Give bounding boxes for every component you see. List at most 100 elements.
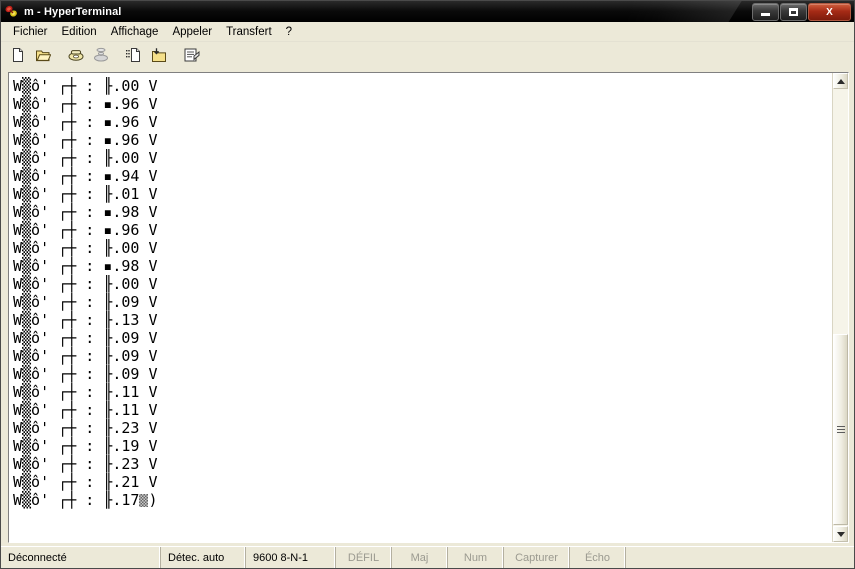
terminal-value: .23 <box>112 455 140 473</box>
terminal-unit: V <box>139 113 158 131</box>
indicator-echo: Écho <box>570 547 626 568</box>
terminal-line-prefix: W▒ô' ┌┼ : ╟ <box>13 329 113 347</box>
terminal-line-prefix: W▒ô' ┌┼ : ╟ <box>13 419 113 437</box>
indicator-maj: Maj <box>392 547 448 568</box>
terminal-value: .09 <box>112 365 140 383</box>
terminal-line-prefix: W▒ô' ┌┼ : ▪ <box>13 221 113 239</box>
terminal-unit: V <box>139 347 158 365</box>
terminal-line: W▒ô' ┌┼ : ╟.09 V <box>13 365 832 383</box>
status-rate: 9600 8-N-1 <box>246 547 336 568</box>
scroll-thumb[interactable] <box>833 333 848 525</box>
terminal-line: W▒ô' ┌┼ : ╟.21 V <box>13 473 832 491</box>
terminal-value: .17 <box>112 491 140 509</box>
terminal-output[interactable]: W▒ô' ┌┼ : ╟.00 V W▒ô' ┌┼ : ▪.96 V W▒ô' ┌┼ … <box>9 73 832 542</box>
indicator-defil: DÉFIL <box>336 547 392 568</box>
terminal-unit: V <box>139 473 158 491</box>
receive-file-icon[interactable] <box>147 44 171 67</box>
terminal-unit: V <box>139 239 158 257</box>
terminal-line: W▒ô' ┌┼ : ╟.09 V <box>13 329 832 347</box>
terminal-line-prefix: W▒ô' ┌┼ : ▪ <box>13 203 113 221</box>
status-filler <box>626 547 854 568</box>
status-connection: Déconnecté <box>1 547 161 568</box>
toolbar <box>1 42 854 68</box>
terminal-line: W▒ô' ┌┼ : ▪.98 V <box>13 203 832 221</box>
terminal-value: .19 <box>112 437 140 455</box>
terminal-line-prefix: W▒ô' ┌┼ : ╟ <box>13 437 113 455</box>
terminal-value: .13 <box>112 311 140 329</box>
terminal-line: W▒ô' ┌┼ : ╟.17) <box>13 491 832 509</box>
menu-appeler[interactable]: Appeler <box>165 24 219 40</box>
terminal-line-prefix: W▒ô' ┌┼ : ╟ <box>13 185 113 203</box>
terminal-value: .94 <box>112 167 140 185</box>
terminal-line-prefix: W▒ô' ┌┼ : ▪ <box>13 257 113 275</box>
terminal-unit: V <box>139 221 158 239</box>
terminal-value: .00 <box>112 239 140 257</box>
menu-fichier[interactable]: Fichier <box>6 24 55 40</box>
vertical-scrollbar[interactable] <box>832 73 848 542</box>
terminal-unit: V <box>139 77 158 95</box>
send-file-icon[interactable] <box>122 44 146 67</box>
scroll-up-arrow[interactable] <box>833 73 848 89</box>
terminal-trailing-char: ) <box>148 491 158 509</box>
terminal-line-prefix: W▒ô' ┌┼ : ╟ <box>13 473 113 491</box>
title-bar: m - HyperTerminal X <box>1 1 854 22</box>
terminal-unit: V <box>139 401 158 419</box>
terminal-line-prefix: W▒ô' ┌┼ : ╟ <box>13 311 113 329</box>
terminal-frame: W▒ô' ┌┼ : ╟.00 V W▒ô' ┌┼ : ▪.96 V W▒ô' ┌┼ … <box>8 72 849 543</box>
terminal-line-prefix: W▒ô' ┌┼ : ╟ <box>13 365 113 383</box>
menu-aide[interactable]: ? <box>279 24 299 40</box>
menu-affichage[interactable]: Affichage <box>104 24 166 40</box>
status-detection: Détec. auto <box>161 547 246 568</box>
terminal-line: W▒ô' ┌┼ : ╟.19 V <box>13 437 832 455</box>
terminal-value: .00 <box>112 275 140 293</box>
menu-edition[interactable]: Edition <box>55 24 104 40</box>
terminal-line: W▒ô' ┌┼ : ╟.23 V <box>13 455 832 473</box>
window-controls: X <box>752 3 851 21</box>
menu-transfert[interactable]: Transfert <box>219 24 279 40</box>
terminal-value: .23 <box>112 419 140 437</box>
close-button[interactable]: X <box>808 3 851 21</box>
terminal-line-prefix: W▒ô' ┌┼ : ╟ <box>13 383 113 401</box>
terminal-unit: V <box>139 437 158 455</box>
terminal-unit: V <box>139 419 158 437</box>
terminal-line: W▒ô' ┌┼ : ╟.23 V <box>13 419 832 437</box>
toolbar-separator-3 <box>172 44 179 67</box>
terminal-unit: V <box>139 257 158 275</box>
terminal-line: W▒ô' ┌┼ : ╟.00 V <box>13 275 832 293</box>
terminal-unit: V <box>139 455 158 473</box>
properties-icon[interactable] <box>180 44 204 67</box>
terminal-unit: V <box>139 383 158 401</box>
toolbar-separator-2 <box>114 44 121 67</box>
scroll-track[interactable] <box>833 89 848 526</box>
terminal-value: .00 <box>112 149 140 167</box>
terminal-unit: V <box>139 185 158 203</box>
terminal-value: .96 <box>112 95 140 113</box>
new-connection-icon[interactable] <box>6 44 30 67</box>
terminal-unit: V <box>139 131 158 149</box>
terminal-unit: V <box>139 149 158 167</box>
terminal-line: W▒ô' ┌┼ : ╟.00 V <box>13 149 832 167</box>
terminal-line: W▒ô' ┌┼ : ▪.96 V <box>13 131 832 149</box>
hyperterminal-icon <box>4 4 20 20</box>
terminal-value: .96 <box>112 113 140 131</box>
open-folder-icon[interactable] <box>31 44 55 67</box>
terminal-line-prefix: W▒ô' ┌┼ : ╟ <box>13 491 113 509</box>
toolbar-separator-1 <box>56 44 63 67</box>
scroll-down-arrow[interactable] <box>833 526 848 542</box>
terminal-line-prefix: W▒ô' ┌┼ : ╟ <box>13 77 113 95</box>
call-phone-icon[interactable] <box>64 44 88 67</box>
terminal-value: .96 <box>112 221 140 239</box>
maximize-button[interactable] <box>780 3 807 21</box>
terminal-line: W▒ô' ┌┼ : ╟.09 V <box>13 347 832 365</box>
menu-bar: Fichier Edition Affichage Appeler Transf… <box>1 22 854 42</box>
window-title: m - HyperTerminal <box>24 5 122 18</box>
status-bar: Déconnecté Détec. auto 9600 8-N-1 DÉFIL … <box>1 546 854 568</box>
minimize-button[interactable] <box>752 3 779 21</box>
client-area: W▒ô' ┌┼ : ╟.00 V W▒ô' ┌┼ : ▪.96 V W▒ô' ┌┼ … <box>1 68 854 546</box>
terminal-unit: V <box>139 293 158 311</box>
terminal-line-prefix: W▒ô' ┌┼ : ╟ <box>13 275 113 293</box>
terminal-line: W▒ô' ┌┼ : ▪.96 V <box>13 221 832 239</box>
terminal-line-prefix: W▒ô' ┌┼ : ╟ <box>13 347 113 365</box>
terminal-line-prefix: W▒ô' ┌┼ : ▪ <box>13 167 113 185</box>
terminal-line: W▒ô' ┌┼ : ▪.98 V <box>13 257 832 275</box>
